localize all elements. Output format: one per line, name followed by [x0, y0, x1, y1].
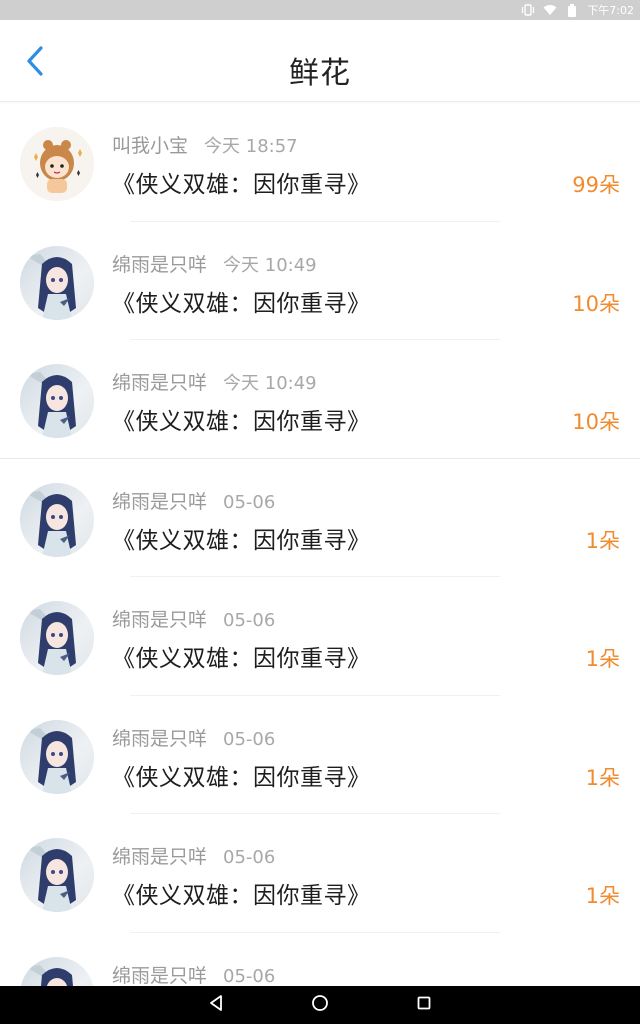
record-time: 05-06: [223, 491, 276, 513]
user-name: 叫我小宝: [112, 135, 189, 157]
avatar[interactable]: [20, 956, 94, 986]
record-time: 今天 10:49: [223, 373, 317, 394]
flower-count: 1朵: [585, 765, 620, 790]
record-meta: 绵雨是只咩 05-06: [112, 605, 275, 632]
user-name: 绵雨是只咩: [112, 727, 208, 750]
record-time: 今天 18:57: [204, 136, 298, 157]
flower-count: 1朵: [585, 528, 620, 553]
record-time: 05-06: [223, 965, 276, 987]
system-nav-bar: [0, 986, 640, 1024]
avatar[interactable]: [20, 601, 94, 675]
user-name: 绵雨是只咩: [112, 372, 208, 394]
record-meta: 绵雨是只咩 05-06: [112, 487, 275, 514]
record-meta: 绵雨是只咩 05-06: [112, 724, 275, 751]
record-meta: 绵雨是只咩 今天 10:49: [112, 250, 317, 277]
record-time: 05-06: [223, 728, 276, 750]
list-item[interactable]: 绵雨是只咩 今天 10:49 《侠义双雄：因你重寻》 10朵: [0, 222, 640, 340]
list-item[interactable]: 绵雨是只咩 05-06 《侠义双雄：因你重寻》 1朵: [0, 696, 640, 814]
book-title: 《侠义双雄：因你重寻》: [112, 409, 371, 435]
status-time: 下午7:02: [587, 4, 634, 17]
flower-count: 10朵: [572, 410, 620, 434]
record-meta: 叫我小宝 今天 18:57: [112, 131, 298, 158]
list-item[interactable]: 绵雨是只咩 05-06 《侠义双雄：因你重寻》 1朵: [0, 814, 640, 933]
user-name: 绵雨是只咩: [112, 846, 208, 868]
flower-count: 10朵: [572, 291, 620, 316]
avatar[interactable]: [20, 838, 94, 912]
avatar[interactable]: [20, 245, 94, 320]
home-circle-icon: [311, 994, 329, 1016]
book-title: 《侠义双雄：因你重寻》: [112, 764, 371, 791]
avatar[interactable]: [20, 127, 94, 201]
book-title: 《侠义双雄：因你重寻》: [112, 172, 371, 198]
list-item[interactable]: 绵雨是只咩 05-06 《侠义双雄：因你重寻》 1朵: [0, 577, 640, 696]
record-meta: 绵雨是只咩 今天 10:49: [112, 368, 317, 395]
vibrate-icon: [521, 3, 535, 17]
flower-count: 1朵: [585, 647, 620, 671]
list-item[interactable]: 绵雨是只咩 今天 10:49 《侠义双雄：因你重寻》 10朵: [0, 340, 640, 459]
book-title: 《侠义双雄：因你重寻》: [112, 527, 371, 554]
nav-back-button[interactable]: [203, 992, 229, 1018]
wifi-icon: [543, 3, 557, 17]
avatar[interactable]: [20, 482, 94, 557]
book-title: 《侠义双雄：因你重寻》: [112, 290, 371, 317]
book-title: 《侠义双雄：因你重寻》: [112, 646, 371, 672]
user-name: 绵雨是只咩: [112, 490, 208, 513]
user-name: 绵雨是只咩: [112, 964, 208, 987]
flower-record-list: 叫我小宝 今天 18:57 《侠义双雄：因你重寻》 99朵 绵雨是只咩 今天 10:…: [0, 103, 640, 986]
avatar[interactable]: [20, 719, 94, 794]
record-time: 05-06: [223, 610, 276, 631]
battery-icon: [565, 3, 579, 17]
book-title: 《侠义双雄：因你重寻》: [112, 883, 371, 909]
record-meta: 绵雨是只咩 05-06: [112, 842, 275, 869]
back-triangle-icon: [208, 994, 224, 1016]
user-name: 绵雨是只咩: [112, 609, 208, 631]
avatar[interactable]: [20, 364, 94, 438]
record-time: 05-06: [223, 847, 276, 868]
list-item[interactable]: 绵雨是只咩 05-06: [0, 933, 640, 987]
recents-square-icon: [416, 995, 432, 1015]
flower-count: 99朵: [572, 173, 620, 197]
status-bar: 下午7:02: [0, 0, 640, 20]
app-header: 鲜花: [0, 20, 640, 102]
flower-count: 1朵: [585, 884, 620, 908]
record-meta: 绵雨是只咩 05-06: [112, 961, 275, 987]
record-time: 今天 10:49: [223, 254, 317, 276]
page-title: 鲜花: [289, 56, 351, 91]
user-name: 绵雨是只咩: [112, 253, 208, 276]
list-item[interactable]: 叫我小宝 今天 18:57 《侠义双雄：因你重寻》 99朵: [0, 103, 640, 222]
list-item[interactable]: 绵雨是只咩 05-06 《侠义双雄：因你重寻》 1朵: [0, 459, 640, 577]
nav-home-button[interactable]: [307, 992, 333, 1018]
nav-recents-button[interactable]: [411, 992, 437, 1018]
